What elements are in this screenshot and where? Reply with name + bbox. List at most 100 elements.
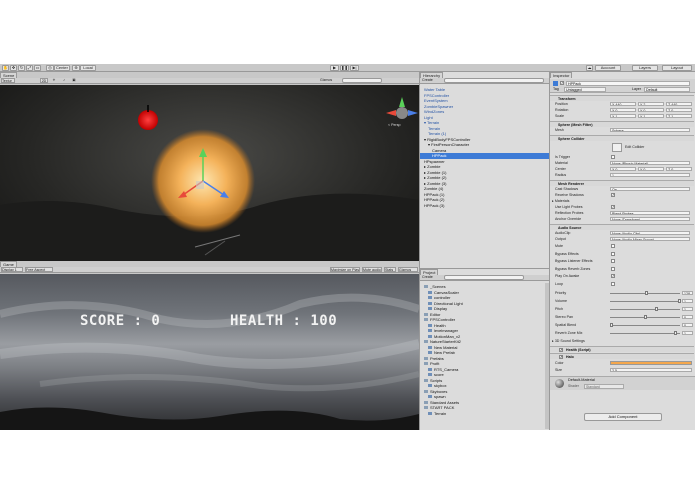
rotation-y-field[interactable]: Y 0 bbox=[638, 108, 664, 112]
active-checkbox[interactable]: ✓ bbox=[560, 81, 564, 85]
volume-slider[interactable] bbox=[610, 300, 680, 302]
3d-sound-settings-row[interactable]: ▸ 3D Sound Settings bbox=[550, 338, 694, 344]
pivot-center-button[interactable]: Center bbox=[54, 65, 70, 71]
space-local-button[interactable]: Local bbox=[80, 65, 96, 71]
rect-tool-icon[interactable]: ▭ bbox=[34, 65, 41, 71]
is-trigger-checkbox[interactable] bbox=[611, 155, 615, 159]
position-x-field[interactable]: X 440 bbox=[610, 102, 636, 106]
spatial-blend-slider[interactable] bbox=[610, 324, 680, 326]
reverb-zone-mix-slider-thumb[interactable] bbox=[674, 331, 677, 335]
physic-material-field[interactable]: None (Physic Material) bbox=[610, 161, 690, 165]
halo-header[interactable]: ✓ Halo bbox=[550, 353, 694, 359]
audio-option-checkbox[interactable] bbox=[611, 281, 615, 286]
volume-field[interactable]: 1 bbox=[682, 299, 693, 303]
account-dropdown[interactable]: Account bbox=[595, 65, 621, 71]
layout-dropdown[interactable]: Layout bbox=[662, 65, 692, 71]
receive-shadows-checkbox[interactable]: ✓ bbox=[611, 193, 615, 197]
audio-option-checkbox[interactable] bbox=[611, 251, 615, 256]
health-script-checkbox[interactable]: ✓ bbox=[559, 347, 563, 352]
step-button[interactable]: ▶| bbox=[350, 65, 359, 71]
light-probes-checkbox[interactable]: ✓ bbox=[611, 205, 615, 209]
audio-option-checkbox[interactable] bbox=[611, 244, 615, 248]
project-item[interactable]: Terrain bbox=[420, 411, 544, 417]
pause-button[interactable]: ❚❚ bbox=[340, 65, 349, 71]
health-script-header[interactable]: ✓ Health (Script) bbox=[550, 346, 694, 352]
center-z-field[interactable]: Z 0 bbox=[666, 167, 692, 171]
scene-gizmos-dropdown[interactable]: Gizmos bbox=[320, 78, 338, 83]
mesh-field[interactable]: Sphere bbox=[610, 128, 690, 132]
stats-toggle[interactable]: Stats bbox=[384, 267, 396, 272]
stereo-pan-field[interactable]: 0 bbox=[682, 315, 693, 319]
layer-dropdown[interactable]: Default bbox=[644, 87, 690, 92]
tag-dropdown[interactable]: Untagged bbox=[564, 87, 606, 92]
scale-x-field[interactable]: X 1 bbox=[610, 114, 636, 118]
priority-field[interactable]: 128 bbox=[682, 291, 693, 295]
halo-size-field[interactable]: 2.5 bbox=[610, 368, 692, 372]
scale-tool-icon[interactable]: ⤢ bbox=[26, 65, 33, 71]
audio-option-checkbox[interactable] bbox=[611, 266, 615, 271]
pivot-icon[interactable]: ◎ bbox=[46, 65, 54, 71]
audio-clip-field[interactable]: None (Audio Clip) bbox=[610, 231, 690, 235]
halo-color-swatch[interactable] bbox=[610, 361, 692, 365]
rotation-z-field[interactable]: Z 0 bbox=[666, 108, 692, 112]
audio-option-checkbox[interactable] bbox=[611, 259, 615, 263]
2d-toggle[interactable]: 2D bbox=[40, 78, 48, 83]
pitch-slider[interactable] bbox=[610, 308, 680, 310]
priority-slider-thumb[interactable] bbox=[645, 291, 648, 295]
persp-label[interactable]: < Persp bbox=[388, 123, 401, 127]
material-section[interactable]: Default-Material Shader Standard bbox=[550, 376, 695, 390]
cloud-icon[interactable]: ☁ bbox=[586, 65, 593, 71]
edit-collider-icon[interactable] bbox=[612, 143, 622, 152]
scene-search-input[interactable] bbox=[342, 78, 382, 83]
radius-field[interactable]: 1 bbox=[610, 173, 690, 177]
audio-icon[interactable]: ♪ bbox=[60, 78, 68, 83]
pitch-field[interactable]: 1 bbox=[682, 307, 693, 311]
aspect-dropdown[interactable]: Free Aspect bbox=[25, 267, 53, 272]
move-tool-icon[interactable]: ✥ bbox=[10, 65, 17, 71]
rotate-tool-icon[interactable]: ↻ bbox=[18, 65, 25, 71]
volume-slider-thumb[interactable] bbox=[678, 299, 681, 303]
reverb-zone-mix-field[interactable]: 1 bbox=[682, 331, 693, 335]
lighting-icon[interactable]: ☀ bbox=[50, 78, 58, 83]
spatial-blend-field[interactable]: 0 bbox=[682, 323, 693, 327]
reverb-zone-mix-slider[interactable] bbox=[610, 332, 680, 334]
scale-y-field[interactable]: Y 1 bbox=[638, 114, 664, 118]
maximize-on-play-toggle[interactable]: Maximize on Play bbox=[330, 267, 360, 272]
scale-z-field[interactable]: Z 1 bbox=[666, 114, 692, 118]
center-y-field[interactable]: Y 0 bbox=[638, 167, 664, 171]
cast-shadows-dropdown[interactable]: On bbox=[610, 187, 690, 191]
halo-checkbox[interactable]: ✓ bbox=[559, 354, 563, 359]
rotation-x-field[interactable]: X 0 bbox=[610, 108, 636, 112]
add-component-button[interactable]: Add Component bbox=[584, 413, 662, 421]
layers-dropdown[interactable]: Layers bbox=[632, 65, 658, 71]
shader-dropdown[interactable]: Standard bbox=[584, 383, 624, 389]
object-name-field[interactable]: HPPack bbox=[566, 81, 690, 86]
image-icon[interactable]: ▣ bbox=[70, 78, 78, 83]
project-create-dropdown[interactable]: Create bbox=[422, 275, 438, 280]
sphere-collider-header[interactable]: Sphere Collider bbox=[550, 135, 694, 141]
hierarchy-search-input[interactable] bbox=[444, 78, 544, 83]
hand-tool-icon[interactable]: ✋ bbox=[2, 65, 9, 71]
hierarchy-item[interactable]: HPPack (3) bbox=[420, 203, 550, 209]
stereo-pan-slider-thumb[interactable] bbox=[644, 315, 647, 319]
game-gizmos-dropdown[interactable]: Gizmos bbox=[398, 267, 418, 272]
audio-option-checkbox[interactable]: ✓ bbox=[611, 274, 615, 278]
shading-mode-dropdown[interactable]: Textur bbox=[1, 78, 15, 83]
pitch-slider-thumb[interactable] bbox=[655, 307, 658, 311]
tab-inspector[interactable]: Inspector bbox=[550, 72, 573, 78]
reflection-probes-dropdown[interactable]: Blend Probes bbox=[610, 211, 690, 215]
spatial-blend-slider-thumb[interactable] bbox=[610, 323, 613, 327]
position-z-field[interactable]: Z 440 bbox=[666, 102, 692, 106]
hierarchy-create-dropdown[interactable]: Create bbox=[422, 78, 438, 83]
position-y-field[interactable]: Y 2 bbox=[638, 102, 664, 106]
play-button[interactable]: ▶ bbox=[330, 65, 339, 71]
center-x-field[interactable]: X 0 bbox=[610, 167, 636, 171]
game-viewport[interactable]: SCORE : 0 HEALTH : 100 bbox=[0, 274, 419, 430]
display-dropdown[interactable]: Display 1 bbox=[1, 267, 23, 272]
scene-viewport[interactable]: < Persp bbox=[0, 85, 419, 261]
mute-audio-toggle[interactable]: Mute audio bbox=[362, 267, 382, 272]
project-search-input[interactable] bbox=[444, 275, 524, 280]
output-field[interactable]: None (Audio Mixer Group) bbox=[610, 237, 690, 241]
anchor-override-field[interactable]: None (Transform) bbox=[610, 217, 690, 221]
space-icon[interactable]: ⊕ bbox=[72, 65, 80, 71]
